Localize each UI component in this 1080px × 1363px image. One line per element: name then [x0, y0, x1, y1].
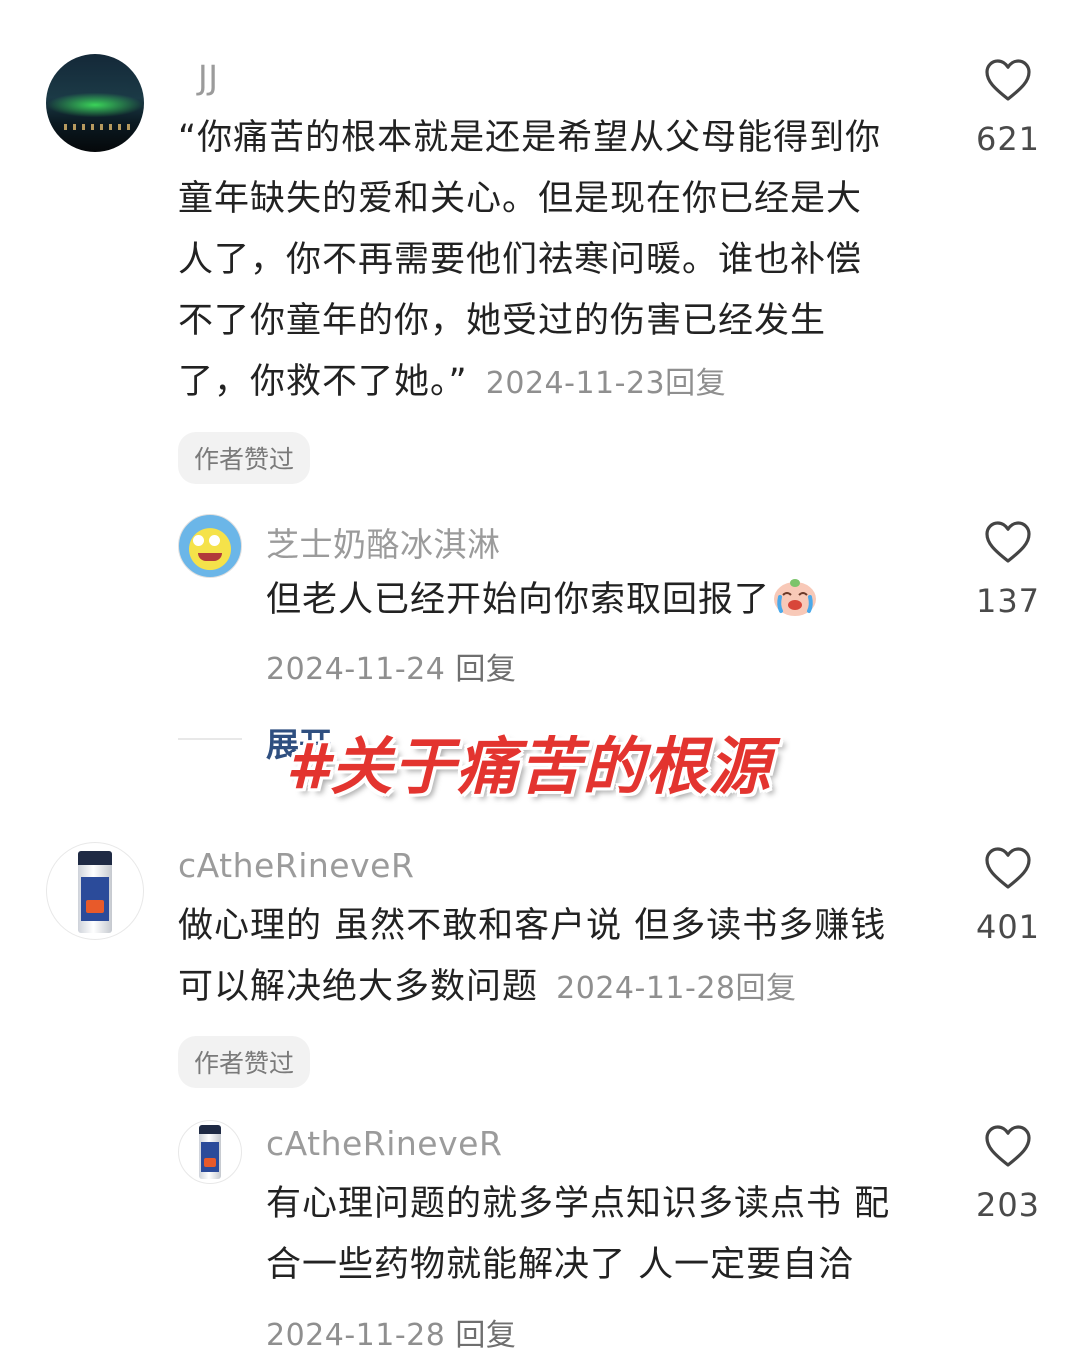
avatar[interactable] — [46, 842, 144, 940]
reply-text-line: 但老人已经开始向你索取回报了 — [266, 570, 818, 631]
reply-meta: 2024-11-28 回复 — [266, 1310, 516, 1354]
overlay-hashtag-title: #关于痛苦的根源 — [286, 730, 772, 803]
bottle-icon — [199, 1125, 221, 1179]
reply-button[interactable]: 回复 — [455, 1318, 516, 1353]
comment-text-line-last: 可以解决绝大多数问题 2024-11-28回复 — [178, 957, 958, 1019]
avatar[interactable] — [178, 514, 242, 578]
heart-icon[interactable] — [984, 1124, 1032, 1168]
like-count: 621 — [975, 120, 1041, 158]
avatar[interactable] — [46, 54, 144, 152]
comment-text-line-last: 了，你救不了她。” 2024-11-23回复 — [178, 352, 958, 414]
comment-body: “你痛苦的根本就是还是希望从父母能得到你 童年缺失的爱和关心。但是现在你已经是大… — [178, 108, 958, 414]
reply-text: 但老人已经开始向你索取回报了 — [266, 580, 771, 620]
comment-body: 做心理的 虽然不敢和客户说 但多读书多赚钱 可以解决绝大多数问题 2024-11… — [178, 896, 958, 1019]
reply-text-line: 合一些药物就能解决了 人一定要自洽 — [266, 1245, 855, 1285]
comment-text: 可以解决绝大多数问题 — [178, 967, 539, 1007]
reply-button[interactable]: 回复 — [665, 366, 726, 401]
heart-icon[interactable] — [984, 520, 1032, 564]
comment-text: 了，你救不了她。” — [178, 362, 468, 402]
reply-body: 有心理问题的就多学点知识多读点书 配 合一些药物就能解决了 人一定要自洽 — [266, 1174, 966, 1296]
comment-text-line: 做心理的 虽然不敢和客户说 但多读书多赚钱 — [178, 906, 887, 946]
heart-icon[interactable] — [984, 58, 1032, 102]
reply-button[interactable]: 回复 — [736, 971, 797, 1006]
reply-button[interactable]: 回复 — [455, 652, 516, 687]
crying-laughing-emoji-icon — [774, 579, 817, 616]
comment-text-line: 人了，你不再需要他们祛寒问暖。谁也补偿 — [178, 240, 863, 280]
reply-date: 2024-11-24 — [266, 652, 446, 687]
comment-date: 2024-11-28 — [556, 971, 736, 1006]
comment-text-line: 童年缺失的爱和关心。但是现在你已经是大 — [178, 179, 863, 219]
divider — [178, 738, 242, 740]
like-count: 203 — [975, 1186, 1041, 1224]
avatar[interactable] — [178, 1120, 242, 1184]
heart-icon[interactable] — [984, 846, 1032, 890]
like-count: 401 — [975, 908, 1041, 946]
comment-username[interactable]: JJ — [198, 58, 218, 97]
comment-date: 2024-11-23 — [485, 366, 666, 401]
reply-date: 2024-11-28 — [266, 1318, 446, 1353]
like-count: 137 — [975, 582, 1041, 620]
author-liked-badge: 作者赞过 — [178, 1036, 311, 1088]
reply-text-line: 有心理问题的就多学点知识多读点书 配 — [266, 1184, 891, 1224]
comment-text-line: 不了你童年的你，她受过的伤害已经发生 — [178, 301, 827, 341]
bottle-icon — [78, 851, 112, 933]
author-liked-badge: 作者赞过 — [178, 432, 311, 484]
reply-username[interactable]: cAtheRineveR — [266, 1124, 502, 1163]
reply-meta: 2024-11-24 回复 — [266, 644, 516, 688]
comment-username[interactable]: cAtheRineveR — [178, 846, 414, 885]
comment-text-line: “你痛苦的根本就是还是希望从父母能得到你 — [178, 118, 882, 158]
reply-username[interactable]: 芝士奶酪冰淇淋 — [266, 518, 501, 566]
